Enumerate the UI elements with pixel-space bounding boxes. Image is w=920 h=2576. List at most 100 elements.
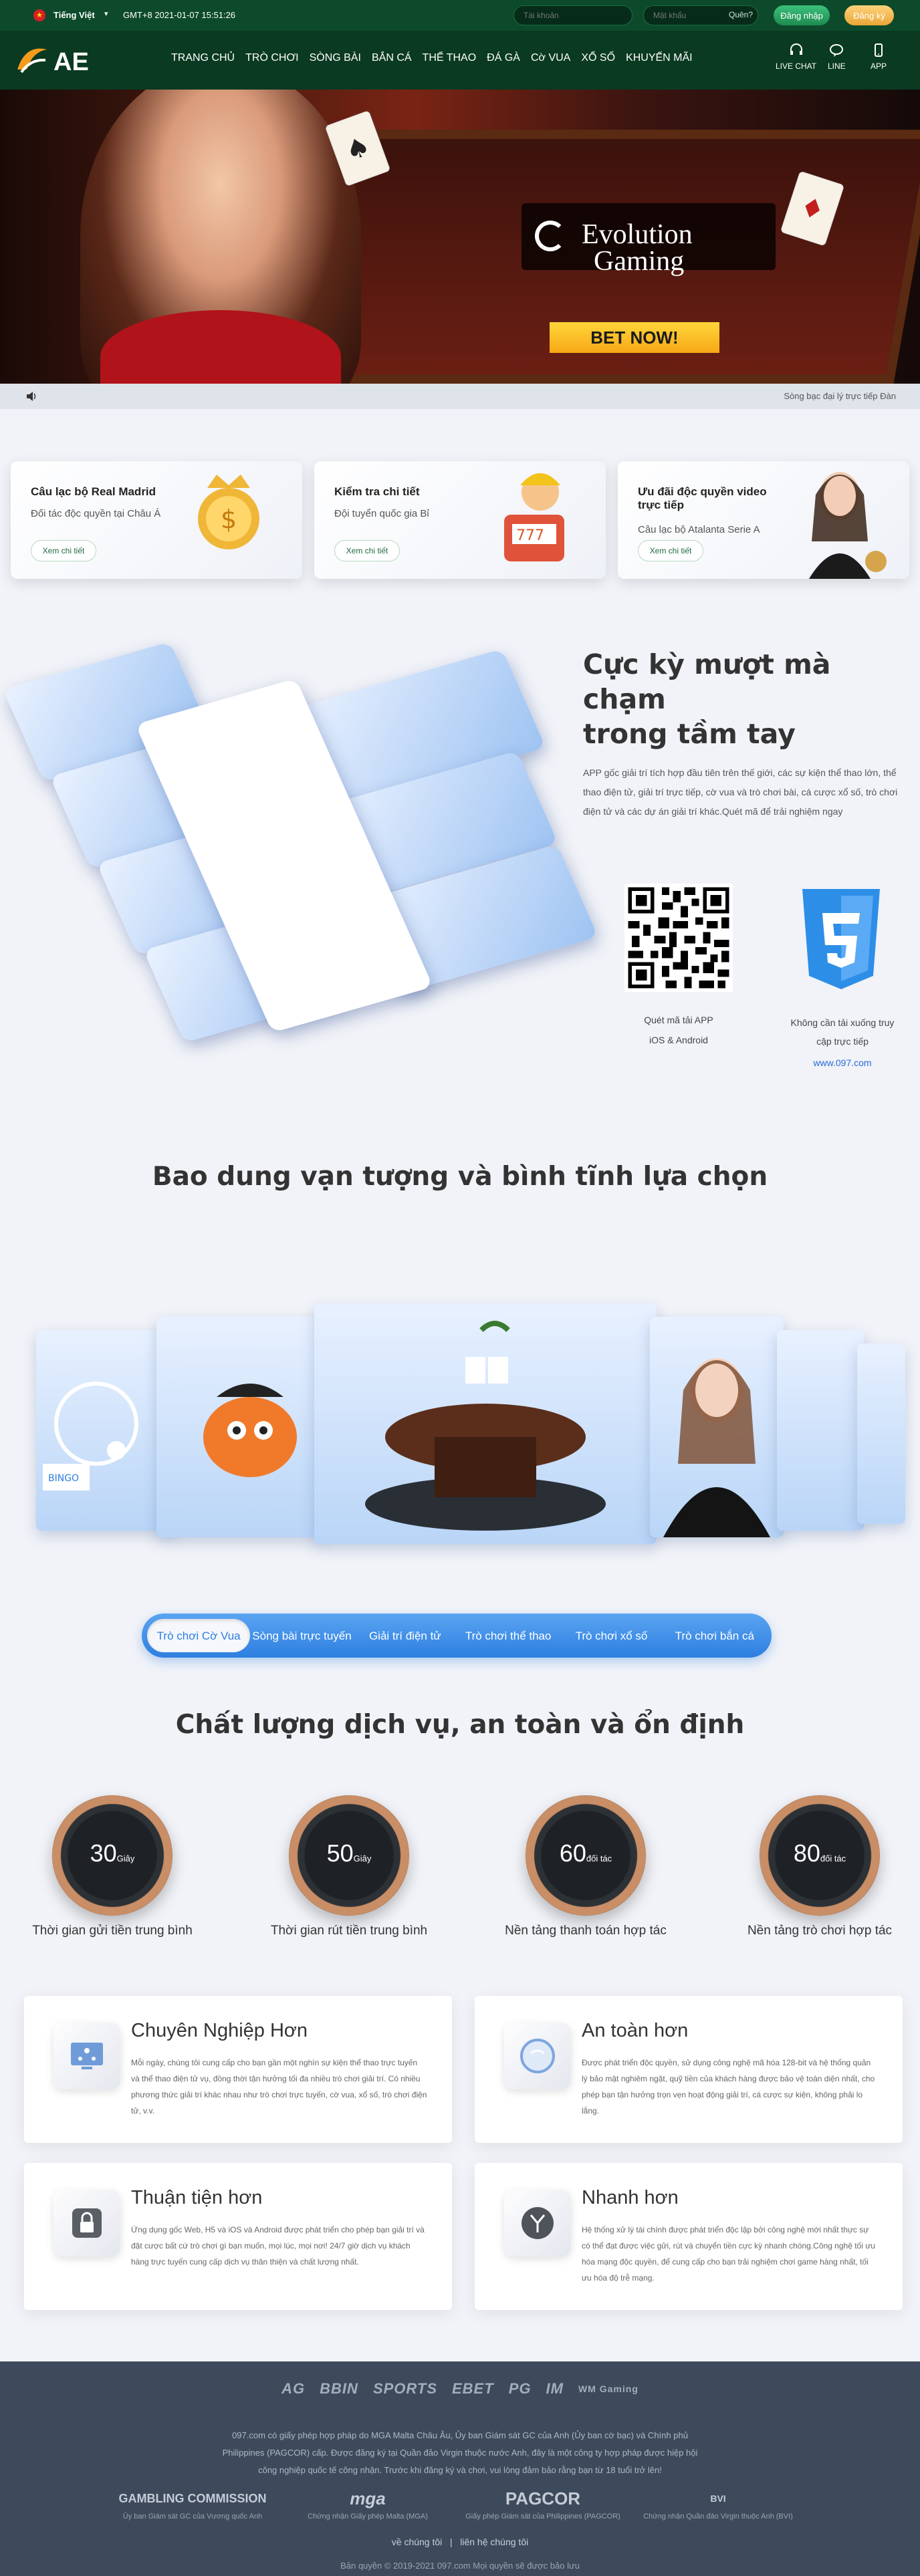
nav-item-cockfight[interactable]: ĐÁ GÀ [481,52,526,64]
partner-logo-pg: PG [508,2380,532,2397]
quality-section-title: Chất lượng dịch vụ, an toàn và ổn định [175,1710,745,1740]
nav-item-casino[interactable]: SÒNG BÀI [304,52,366,64]
nav-item-lottery[interactable]: XỔ SỐ [576,52,620,64]
qr-code-icon [624,884,733,992]
login-button[interactable]: Đăng nhập [774,5,830,25]
shield-orb-icon [504,2023,571,2089]
license-name: PAGCOR [505,2488,581,2508]
line-label: LINE [828,61,846,71]
license-caption: Giấy phép Giám sát của Philippines (PAGC… [465,2513,620,2521]
carousel-card-casino[interactable] [650,1317,784,1537]
promo-details-button[interactable]: Xem chi tiết [31,540,96,561]
partner-logo-im: IM [546,2380,564,2397]
logo-swoosh-icon [17,48,47,74]
html5-icon[interactable] [796,889,887,989]
tab-live-casino[interactable]: Sòng bài trực tuyến [250,1619,353,1652]
feature-text: Mỗi ngày, chúng tôi cung cấp cho bạn gần… [131,2058,427,2115]
username-input[interactable] [513,5,632,25]
vietnam-flag-icon: ★ [33,9,45,21]
promo-title: Kiểm tra chi tiết [334,485,420,498]
dial-value: 60đối tác [559,1839,612,1867]
feature-card-fast: Nhanh hơn Hệ thống xử lý tài chính được … [475,2163,903,2310]
evolution-logo-icon [535,221,566,251]
feature-title: Thuận tiện hơn [131,2187,263,2208]
vip-trophy-icon: $ [198,475,259,549]
footer-link-contact[interactable]: liên hệ chúng tôi [460,2537,528,2547]
feature-title: Nhanh hơn [582,2187,679,2208]
nav-item-chess[interactable]: Cờ VUA [526,52,576,64]
carousel-card-fishing[interactable] [156,1317,324,1537]
dial-value: 50Giây [326,1839,372,1867]
license-text: 097.com có giấy phép hợp pháp do MGA Mal… [201,2427,719,2479]
dealer-portrait-icon [809,472,887,579]
promo-details-button[interactable]: Xem chi tiết [638,540,703,561]
nav-item-games[interactable]: TRÒ CHƠI [240,52,304,64]
octopus-pirate-icon [203,1384,297,1477]
promo-card-belgium[interactable]: Kiểm tra chi tiết Đội tuyển quốc gia Bỉ … [314,461,606,579]
slot-machine-mascot-icon: 777 [504,473,564,561]
dial-label: Thời gian rút tiền trung bình [270,1924,428,1938]
h5-caption-2: cập trực tiếp [816,1036,869,1047]
feature-title: Chuyên Nghiệp Hơn [131,2020,308,2041]
app-button[interactable]: APP [871,43,887,71]
hero-banner[interactable]: ♠ ♦ Evolution Gaming BET NOW! [0,90,920,384]
feature-text: Ứng dụng gốc Web, H5 và iOS và Android đ… [131,2225,425,2267]
tab-lottery[interactable]: Trò chơi xổ số [560,1619,663,1652]
mahjong-table-icon [365,1321,606,1531]
bet-now-button[interactable]: BET NOW! [550,322,719,353]
dealer-image [663,1358,770,1537]
h5-url-link[interactable]: www.097.com [776,1057,909,1068]
primary-nav: TRANG CHỦ TRÒ CHƠI SÒNG BÀI BẮN CÁ THỂ T… [166,52,698,64]
top-bar: ★ Tiếng Việt ▾ GMT+8 2021-01-07 15:51:26… [0,0,920,31]
app-section-title: Cực kỳ mượt mà chạm trong tầm tay [583,647,920,751]
language-selector[interactable]: Tiếng Việt [53,10,95,20]
partner-logo-ag: AG [281,2380,306,2397]
dial-label: Nền tảng thanh toán hợp tác [505,1924,667,1938]
promo-card-real-madrid[interactable]: Câu lạc bộ Real Madrid Đối tác độc quyền… [11,461,302,579]
logo-text: AE [53,48,89,76]
svg-text:BINGO: BINGO [48,1473,79,1484]
site-logo[interactable]: AE [12,40,99,80]
license-badge-bvi: BVI Chứng nhận Quần đảo Virgin thuộc Anh … [638,2484,798,2521]
carousel-card-lottery[interactable]: BINGO [36,1330,177,1531]
dial-value: 80đối tác [793,1839,846,1867]
live-chat-button[interactable]: LIVE CHAT [776,43,816,71]
partner-logo-sports: SPORTS [372,2380,437,2397]
speaker-icon [27,392,36,401]
app-phone-mockups-image [0,622,598,1083]
nav-item-promotions[interactable]: KHUYẾN MÃI [620,52,698,64]
game-carousel[interactable]: BINGO [0,1290,920,1544]
announcement-ticker: Sòng bạc đại lý trực tiếp Đàn [0,384,920,409]
feature-text: Hệ thống xử lý tài chính được phát triển… [582,2225,875,2283]
nav-item-home[interactable]: TRANG CHỦ [166,52,240,64]
line-button[interactable]: LINE [828,43,846,71]
feature-title: An toàn hơn [582,2020,689,2041]
tab-chess[interactable]: Trò chơi Cờ Vua [147,1619,251,1652]
promo-title: Câu lạc bộ Real Madrid [31,485,156,498]
main-navbar: AE TRANG CHỦ TRÒ CHƠI SÒNG BÀI BẮN CÁ TH… [0,31,920,90]
brand-line-1: Evolution [582,219,693,250]
promo-details-button[interactable]: Xem chi tiết [334,540,400,561]
ticker-text: Sòng bạc đại lý trực tiếp Đàn [784,391,896,401]
license-badge-mga: mga Chứng nhận Giấy phép Malta (MGA) [288,2484,448,2521]
tab-slots[interactable]: Giải trí điện tử [354,1619,457,1652]
nav-item-fishing[interactable]: BẮN CÁ [366,52,417,64]
footer-link-about[interactable]: về chúng tôi [392,2537,443,2547]
register-button[interactable]: Đăng ký [844,5,894,25]
license-text-line: 097.com có giấy phép hợp pháp do MGA Mal… [232,2430,688,2440]
promo-card-atalanta[interactable]: Ưu đãi độc quyền video trực tiếp Câu lạc… [618,461,909,579]
withdraw-time-dial: 50Giây [289,1795,409,1916]
nav-item-sports[interactable]: THỂ THAO [417,52,482,64]
tab-sports[interactable]: Trò chơi thể thao [457,1619,560,1652]
forgot-password-link[interactable]: Quên? [729,10,753,19]
partner-logo-wm: WM Gaming [578,2384,639,2394]
tab-fishing[interactable]: Trò chơi bắn cá [663,1619,766,1652]
qr-caption-1: Quét mã tải APP [644,1015,713,1025]
feature-card-secure: An toàn hơn Được phát triển độc quyền, s… [475,1996,903,2143]
carousel-card-sports[interactable] [857,1343,905,1524]
carousel-card-chess[interactable] [314,1303,657,1544]
chevron-down-icon[interactable]: ▾ [104,9,108,18]
carousel-card-esports[interactable] [777,1330,864,1531]
lock-icon [53,2190,120,2257]
license-name: mga [350,2488,386,2508]
